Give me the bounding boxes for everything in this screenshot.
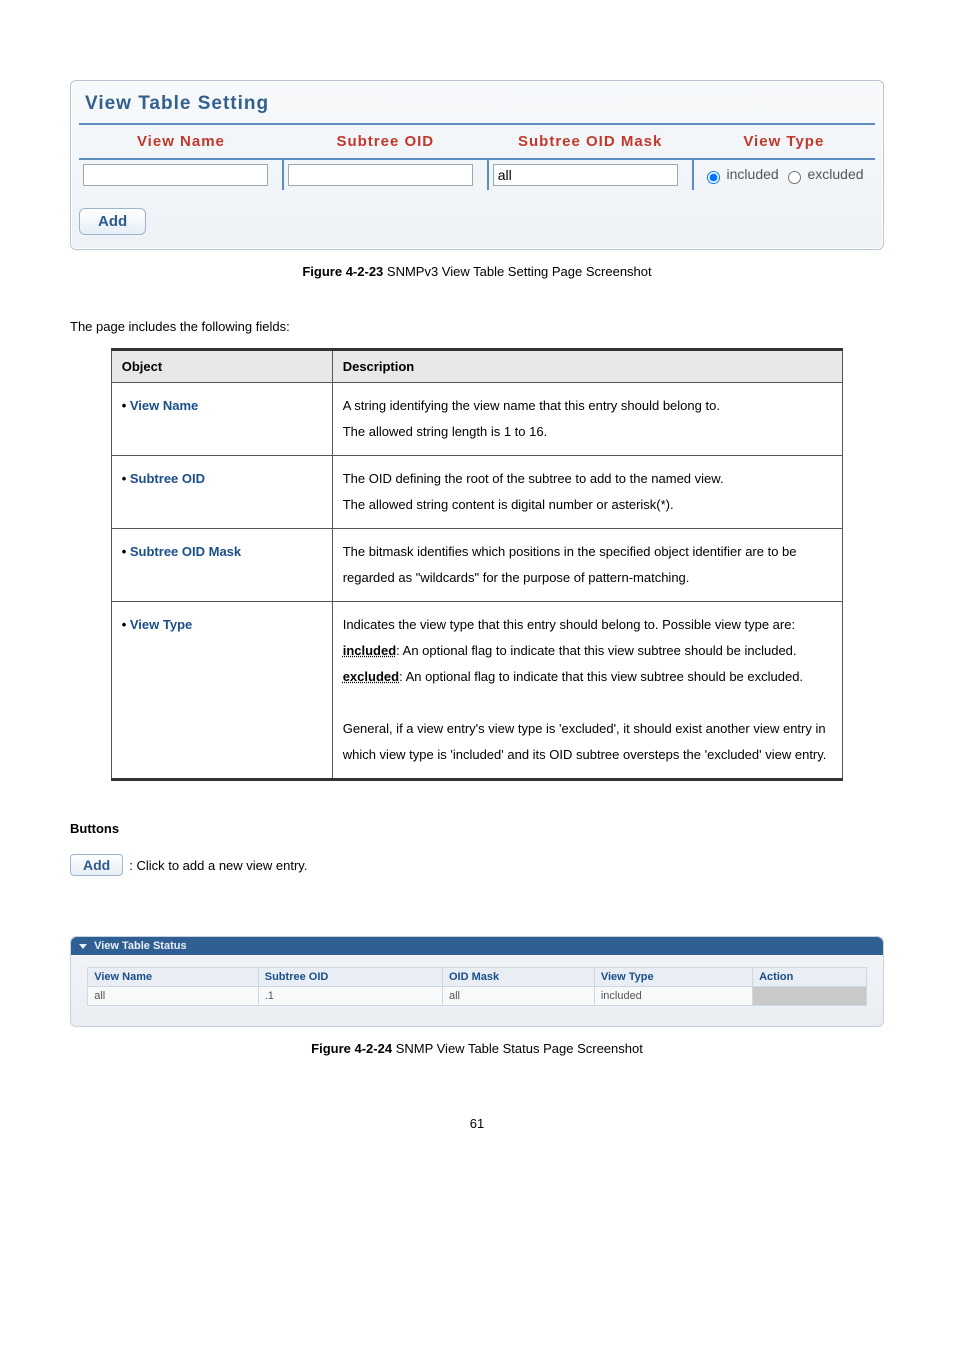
figure-caption-2: Figure 4-2-24 SNMP View Table Status Pag… (70, 1041, 884, 1056)
add-button[interactable]: Add (79, 208, 146, 235)
radio-excluded[interactable] (788, 171, 801, 184)
radio-excluded-text: excluded (807, 166, 863, 182)
vt-line1: Indicates the view type that this entry … (343, 617, 795, 632)
vt-included-rest: : An optional flag to indicate that this… (396, 643, 796, 658)
buttons-heading: Buttons (70, 821, 884, 836)
radio-excluded-label[interactable]: excluded (783, 166, 864, 182)
st-view-name: all (88, 987, 259, 1006)
st-action[interactable] (753, 987, 867, 1006)
vt-included-term: included (343, 643, 396, 658)
radio-included[interactable] (707, 171, 720, 184)
st-oid-mask: all (442, 987, 594, 1006)
setting-form-table: View Name Subtree OID Subtree OID Mask V… (79, 125, 875, 190)
desc-h-description: Description (332, 350, 843, 383)
col-view-name: View Name (79, 125, 283, 159)
description-table: Object Description View Name A string id… (111, 348, 844, 781)
st-h-oid-mask: OID Mask (442, 968, 594, 987)
subtree-oid-input[interactable] (288, 164, 473, 186)
desc-subtree-oid: The OID defining the root of the subtree… (332, 456, 843, 529)
radio-included-label[interactable]: included (702, 166, 783, 182)
figure-text-2: SNMP View Table Status Page Screenshot (392, 1041, 643, 1056)
figure-caption-1: Figure 4-2-23 SNMPv3 View Table Setting … (70, 264, 884, 279)
status-table: View Name Subtree OID OID Mask View Type… (87, 967, 867, 1006)
col-subtree-oid-mask: Subtree OID Mask (488, 125, 693, 159)
radio-included-text: included (727, 166, 779, 182)
desc-h-object: Object (111, 350, 332, 383)
page-number: 61 (70, 1116, 884, 1131)
obj-view-type: View Type (111, 602, 332, 780)
status-bar[interactable]: View Table Status (71, 937, 883, 955)
table-row: View Type Indicates the view type that t… (111, 602, 843, 780)
st-h-action: Action (753, 968, 867, 987)
obj-subtree-oid-mask: Subtree OID Mask (111, 529, 332, 602)
col-view-type: View Type (693, 125, 875, 159)
view-name-input[interactable] (83, 164, 268, 186)
status-bar-title: View Table Status (94, 940, 187, 952)
st-h-subtree-oid: Subtree OID (258, 968, 442, 987)
view-table-status-panel: View Table Status View Name Subtree OID … (70, 936, 884, 1027)
table-row: View Name A string identifying the view … (111, 383, 843, 456)
figure-num-1: Figure 4-2-23 (302, 264, 383, 279)
vt-excluded-rest: : An optional flag to indicate that this… (399, 669, 803, 684)
desc-view-type: Indicates the view type that this entry … (332, 602, 843, 780)
col-subtree-oid: Subtree OID (283, 125, 488, 159)
intro-text: The page includes the following fields: (70, 319, 884, 334)
table-row: all .1 all included (88, 987, 867, 1006)
figure-num-2: Figure 4-2-24 (311, 1041, 392, 1056)
view-type-radios: included excluded (698, 164, 868, 184)
st-subtree-oid: .1 (258, 987, 442, 1006)
vt-excluded-term: excluded (343, 669, 399, 684)
view-table-setting-panel: View Table Setting View Name Subtree OID… (70, 80, 884, 250)
st-view-type: included (594, 987, 752, 1006)
figure-text-1: SNMPv3 View Table Setting Page Screensho… (383, 264, 651, 279)
button-description-line: Add : Click to add a new view entry. (70, 854, 884, 876)
st-h-view-name: View Name (88, 968, 259, 987)
desc-view-name: A string identifying the view name that … (332, 383, 843, 456)
desc-subtree-oid-mask: The bitmask identifies which positions i… (332, 529, 843, 602)
add-button-desc: : Click to add a new view entry. (129, 858, 307, 873)
panel-title: View Table Setting (79, 89, 875, 125)
st-h-view-type: View Type (594, 968, 752, 987)
obj-subtree-oid: Subtree OID (111, 456, 332, 529)
vt-tail: General, if a view entry's view type is … (343, 721, 827, 762)
obj-view-name: View Name (111, 383, 332, 456)
table-row: Subtree OID Mask The bitmask identifies … (111, 529, 843, 602)
table-row: Subtree OID The OID defining the root of… (111, 456, 843, 529)
chevron-down-icon (79, 944, 87, 949)
add-button-sample[interactable]: Add (70, 854, 123, 876)
subtree-oid-mask-input[interactable] (493, 164, 678, 186)
